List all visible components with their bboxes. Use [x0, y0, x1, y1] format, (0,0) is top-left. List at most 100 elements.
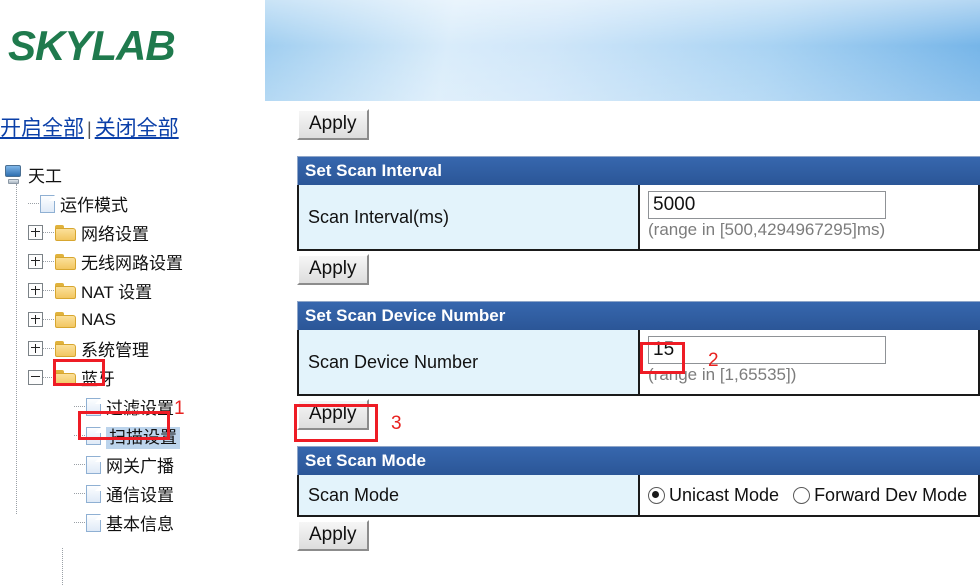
- tree-item-7[interactable]: 蓝牙: [4, 363, 264, 392]
- page-icon: [86, 513, 101, 532]
- radio-option-forward-dev-mode[interactable]: Forward Dev Mode: [793, 485, 967, 506]
- tree-item-label: 基本信息: [106, 515, 174, 534]
- tree-root-node[interactable]: 天工: [4, 160, 264, 189]
- section-title-scan-mode: Set Scan Mode: [297, 446, 980, 475]
- tree-item-4[interactable]: NAT 设置: [4, 276, 264, 305]
- tree-connector: [43, 348, 54, 349]
- tree-connector: [28, 203, 39, 204]
- field-label-scan-device-number: Scan Device Number: [299, 330, 640, 394]
- tree-item-2[interactable]: 网络设置: [4, 218, 264, 247]
- tree-connector: [43, 290, 54, 291]
- tree-item-label: NAT 设置: [81, 283, 153, 302]
- tree-item-1[interactable]: 运作模式: [4, 189, 264, 218]
- banner-sheen: [265, 0, 980, 101]
- scan-interval-input[interactable]: [648, 191, 886, 219]
- tree-connector: [43, 261, 54, 262]
- navigation-tree: 天工 运作模式网络设置无线网路设置 NAT 设置 NAS 系统管理蓝牙过滤设置扫描设置…: [4, 160, 264, 586]
- field-value-scan-interval: (range in [500,4294967295]ms): [640, 185, 978, 249]
- table-row-scan-device-number: Scan Device Number (range in [1,65535]): [297, 330, 980, 396]
- tree-item-label: 网络设置: [81, 225, 149, 244]
- tree-item-11[interactable]: 通信设置: [4, 479, 264, 508]
- tree-connector: [43, 232, 54, 233]
- field-value-scan-mode: Unicast Mode Forward Dev Mode: [640, 475, 978, 515]
- section-set-scan-interval: Set Scan Interval Scan Interval(ms) (ran…: [297, 156, 980, 285]
- page-icon: [40, 194, 55, 213]
- tree-item-list: 运作模式网络设置无线网路设置 NAT 设置 NAS 系统管理蓝牙过滤设置扫描设置网关广…: [4, 189, 264, 537]
- folder-icon: [55, 340, 76, 357]
- skylab-logo: SKYLAB: [8, 22, 176, 69]
- table-row-scan-mode: Scan Mode Unicast Mode Forward Dev Mode: [297, 475, 980, 517]
- tree-item-label: 过滤设置: [106, 399, 174, 418]
- radio-unicast-mode-icon[interactable]: [648, 486, 665, 504]
- expand-icon[interactable]: [28, 312, 43, 327]
- tree-connector: [43, 319, 54, 320]
- annotation-label-1: 1: [174, 398, 185, 419]
- tree-root-label: 天工: [28, 167, 62, 186]
- tree-item-label: 网关广播: [106, 457, 174, 476]
- tree-item-label: NAS: [81, 309, 116, 329]
- tree-connector: [74, 522, 85, 523]
- scan-interval-hint: (range in [500,4294967295]ms): [648, 220, 886, 239]
- page-icon: [86, 484, 101, 503]
- tree-item-3[interactable]: 无线网路设置: [4, 247, 264, 276]
- apply-button-scan-interval[interactable]: Apply: [297, 254, 369, 285]
- content-area: Apply Set Scan Interval Scan Interval(ms…: [297, 101, 980, 551]
- tree-item-label: 系统管理: [81, 341, 149, 360]
- expand-icon[interactable]: [28, 254, 43, 269]
- computer-icon: [4, 165, 23, 184]
- expand-all-link[interactable]: 开启全部: [0, 117, 84, 140]
- annotation-label-3: 3: [391, 413, 402, 434]
- expand-icon[interactable]: [28, 341, 43, 356]
- scan-device-number-input[interactable]: [648, 336, 886, 364]
- tree-item-5[interactable]: NAS: [4, 305, 264, 334]
- tree-item-label: 扫描设置: [106, 427, 180, 449]
- field-label-scan-mode: Scan Mode: [299, 475, 640, 515]
- apply-wrap-scan-mode: Apply: [297, 520, 980, 551]
- tree-connector: [74, 493, 85, 494]
- tree-controls: 开启全部 | 关闭全部: [0, 112, 179, 142]
- tree-connector: [43, 377, 54, 378]
- tree-item-label: 无线网路设置: [81, 254, 183, 273]
- folder-icon: [55, 369, 76, 386]
- scan-device-number-hint: (range in [1,65535]): [648, 365, 797, 384]
- field-label-scan-interval: Scan Interval(ms): [299, 185, 640, 249]
- tree-item-12[interactable]: 基本信息: [4, 508, 264, 537]
- radio-label-unicast-mode: Unicast Mode: [669, 484, 780, 505]
- tree-item-8[interactable]: 过滤设置: [4, 392, 264, 421]
- tree-item-9[interactable]: 扫描设置: [4, 421, 264, 450]
- tree-item-label: 蓝牙: [81, 370, 115, 389]
- section-title-scan-device-number: Set Scan Device Number: [297, 301, 980, 330]
- expand-icon[interactable]: [28, 225, 43, 240]
- apply-button-scan-mode[interactable]: Apply: [297, 520, 369, 551]
- header-banner: [265, 0, 980, 101]
- section-title-scan-interval: Set Scan Interval: [297, 156, 980, 185]
- apply-button-scan-device-number[interactable]: Apply: [297, 399, 369, 430]
- page-icon: [86, 397, 101, 416]
- tree-item-label: 通信设置: [106, 486, 174, 505]
- radio-label-forward-dev-mode: Forward Dev Mode: [814, 484, 968, 505]
- page-root: SKYLAB 开启全部 | 关闭全部 天工 运作模式网络设置无线网路设置 NAT 设置…: [0, 0, 980, 586]
- table-row-scan-interval: Scan Interval(ms) (range in [500,4294967…: [297, 185, 980, 251]
- folder-icon: [55, 282, 76, 299]
- page-icon: [86, 455, 101, 474]
- tree-spine-sub: [62, 548, 63, 586]
- radio-forward-dev-mode-icon[interactable]: [793, 486, 811, 504]
- folder-icon: [55, 224, 76, 241]
- folder-icon: [55, 253, 76, 270]
- collapse-all-link[interactable]: 关闭全部: [95, 117, 179, 140]
- main-panel: Apply Set Scan Interval Scan Interval(ms…: [265, 0, 980, 586]
- tree-item-label: 运作模式: [60, 196, 128, 215]
- top-apply-button[interactable]: Apply: [297, 109, 369, 140]
- section-set-scan-device-number: Set Scan Device Number Scan Device Numbe…: [297, 301, 980, 430]
- page-icon: [86, 426, 101, 445]
- collapse-icon[interactable]: [28, 370, 43, 385]
- sidebar: SKYLAB 开启全部 | 关闭全部 天工 运作模式网络设置无线网路设置 NAT 设置…: [0, 0, 265, 586]
- tree-connector: [74, 435, 85, 436]
- expand-icon[interactable]: [28, 283, 43, 298]
- radio-option-unicast-mode[interactable]: Unicast Mode: [648, 485, 779, 506]
- tree-connector: [74, 464, 85, 465]
- links-separator: |: [87, 119, 92, 139]
- tree-connector: [74, 406, 85, 407]
- tree-item-6[interactable]: 系统管理: [4, 334, 264, 363]
- tree-item-10[interactable]: 网关广播: [4, 450, 264, 479]
